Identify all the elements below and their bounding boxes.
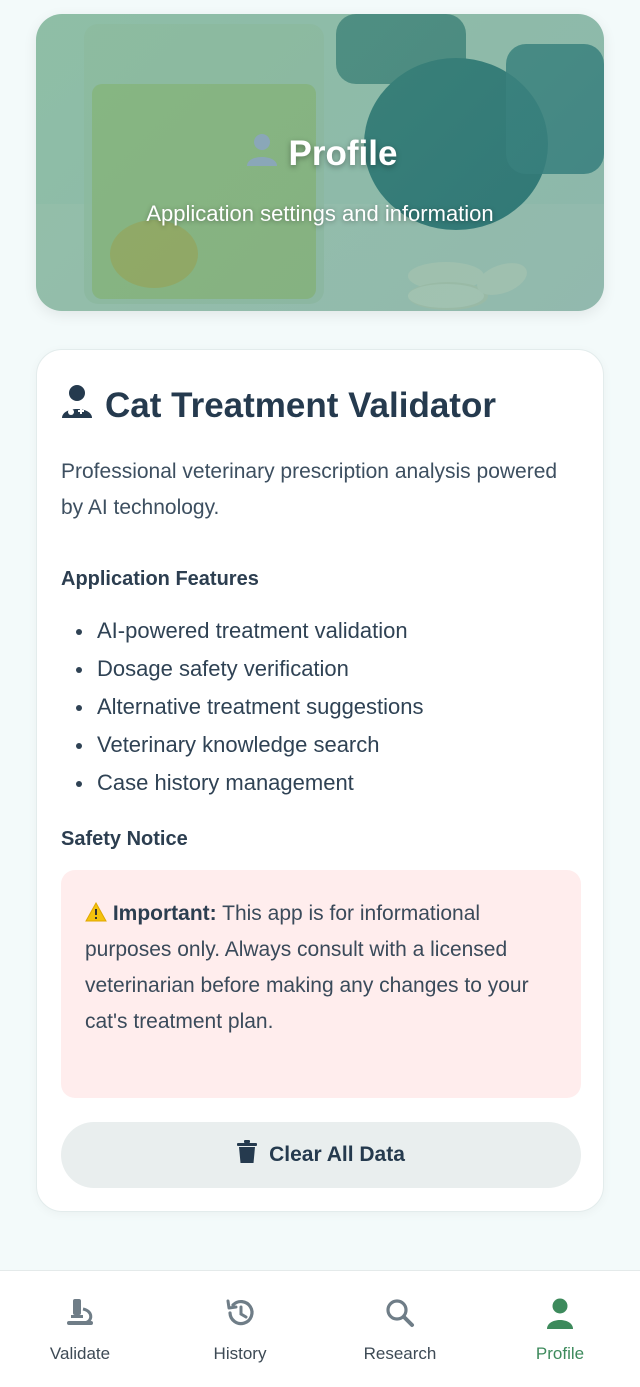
warning-icon (85, 901, 113, 925)
page-subtitle: Application settings and information (146, 201, 494, 226)
page-title-row: Profile (243, 130, 398, 177)
nav-label: Profile (535, 1344, 585, 1363)
user-icon (543, 1297, 577, 1334)
nav-item-research[interactable]: Research (320, 1271, 480, 1387)
app-title-row: Cat Treatment Validator (61, 384, 496, 427)
clear-button-label: Clear All Data (269, 1143, 405, 1166)
nav-label: History (213, 1344, 267, 1363)
hero-content: Profile Application settings and informa… (36, 130, 604, 227)
app-title: Cat Treatment Validator (105, 385, 496, 425)
nav-label: Research (363, 1344, 437, 1363)
doctor-icon (61, 384, 93, 427)
list-item: Case history management (61, 764, 581, 802)
list-item: AI-powered treatment validation (61, 612, 581, 650)
profile-hero-banner: Profile Application settings and informa… (36, 14, 604, 311)
notice-emphasis: Important: (112, 902, 217, 925)
nav-label: Validate (49, 1344, 111, 1363)
features-list: AI-powered treatment validation Dosage s… (61, 612, 581, 802)
nav-item-profile[interactable]: Profile (480, 1271, 640, 1387)
profile-screen: Profile Application settings and informa… (0, 0, 640, 1387)
app-info-card: Cat Treatment Validator Professional vet… (36, 349, 604, 1212)
trash-icon (237, 1140, 258, 1170)
list-item: Alternative treatment suggestions (61, 688, 581, 726)
list-item: Dosage safety verification (61, 650, 581, 688)
nav-item-validate[interactable]: Validate (0, 1271, 160, 1387)
list-item: Veterinary knowledge search (61, 726, 581, 764)
clear-all-data-button[interactable]: Clear All Data (61, 1122, 581, 1188)
safety-notice: Important: This app is for informational… (61, 870, 581, 1098)
user-icon (243, 130, 281, 177)
app-description: Professional veterinary prescription ana… (61, 460, 558, 519)
bottom-nav: Validate History Research Profile (0, 1270, 640, 1387)
microscope-icon (63, 1297, 97, 1334)
search-icon (383, 1297, 417, 1334)
history-icon (223, 1297, 257, 1334)
features-heading: Application Features (61, 568, 259, 590)
nav-item-history[interactable]: History (160, 1271, 320, 1387)
page-title: Profile (288, 133, 398, 173)
safety-heading: Safety Notice (61, 828, 188, 850)
